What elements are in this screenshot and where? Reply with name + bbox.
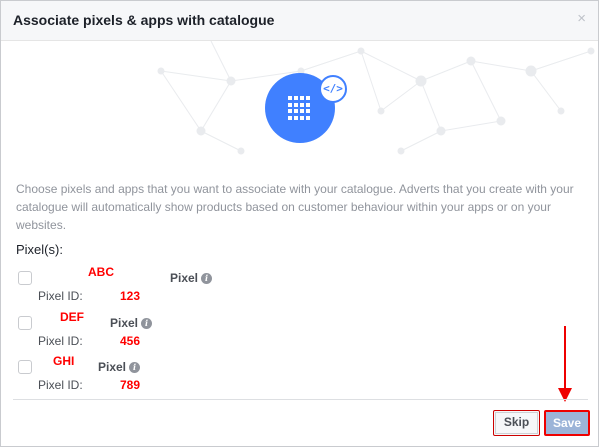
pixel-type-label: Pixel: [98, 360, 127, 374]
pixel-name: DEF: [60, 310, 84, 324]
pixel-id-value: 123: [120, 289, 141, 303]
description-text: Choose pixels and apps that you want to …: [16, 182, 574, 232]
dialog-title: Associate pixels & apps with catalogue: [13, 12, 275, 28]
pixel-row: ABC Pixel i Pixel ID: 123: [1, 265, 599, 311]
footer-divider: [13, 399, 588, 400]
pixel-name: GHI: [53, 354, 75, 368]
pixel-type-label: Pixel: [170, 271, 199, 285]
pixels-section-label: Pixel(s):: [16, 242, 63, 257]
info-icon[interactable]: i: [201, 273, 212, 284]
close-icon[interactable]: ×: [577, 10, 586, 27]
pixel-id-label: Pixel ID:: [38, 378, 83, 392]
pixel-checkbox-abc[interactable]: [18, 271, 32, 285]
code-icon: </>: [319, 75, 347, 103]
annotation-arrow: [558, 326, 572, 402]
dialog-header: Associate pixels & apps with catalogue ×: [1, 1, 598, 41]
save-button[interactable]: Save: [544, 410, 590, 436]
pixel-checkbox-ghi[interactable]: [18, 360, 32, 374]
pixel-row: DEF Pixel i Pixel ID: 456: [1, 310, 599, 356]
pixel-checkbox-def[interactable]: [18, 316, 32, 330]
info-icon[interactable]: i: [129, 362, 140, 373]
pixel-type-label: Pixel: [110, 316, 139, 330]
pixel-id-value: 456: [120, 334, 141, 348]
pixel-id-label: Pixel ID:: [38, 334, 83, 348]
pixel-row: GHI Pixel i Pixel ID: 789: [1, 354, 599, 400]
pixel-id-label: Pixel ID:: [38, 289, 83, 303]
pixel-name: ABC: [88, 265, 114, 279]
associate-dialog: Associate pixels & apps with catalogue ×: [0, 0, 599, 447]
pixel-id-value: 789: [120, 378, 141, 392]
skip-button[interactable]: Skip: [493, 410, 540, 436]
info-icon[interactable]: i: [141, 318, 152, 329]
grid-icon: [288, 96, 312, 120]
